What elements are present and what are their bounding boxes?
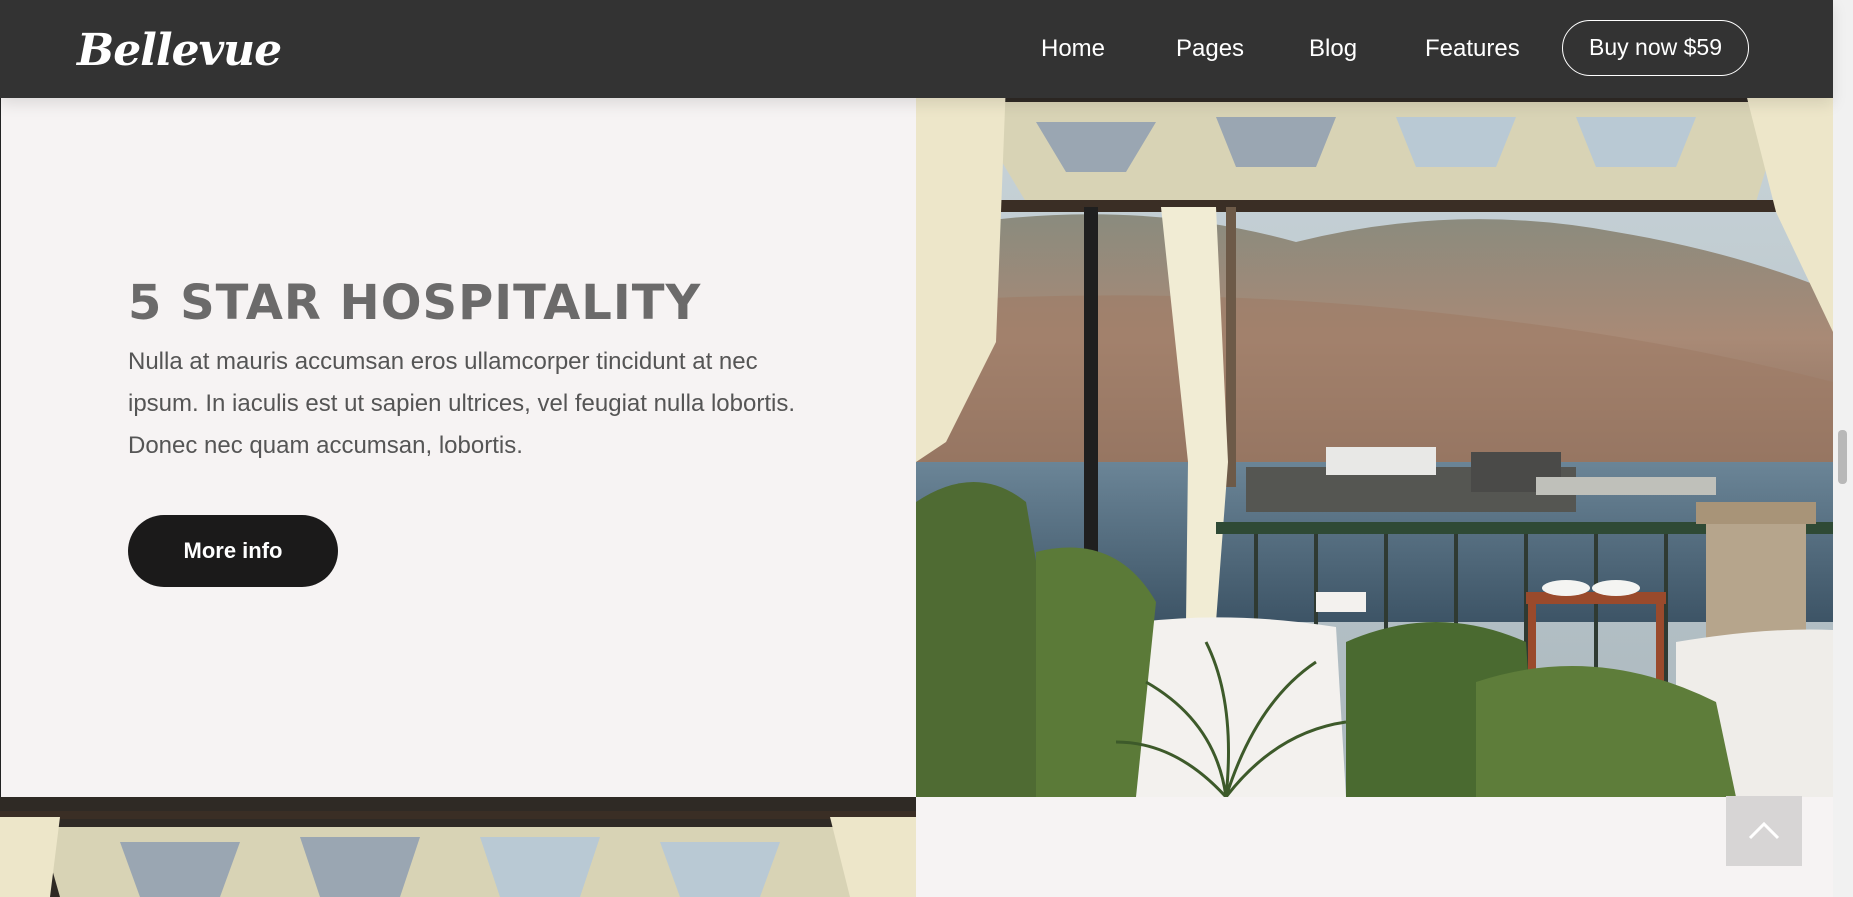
nav-home[interactable]: Home (1041, 32, 1105, 66)
page-scrollbar[interactable] (1833, 0, 1853, 897)
top-navigation-bar: Bellevue Home Pages Blog Features Buy no… (0, 0, 1833, 98)
hero-title: 5 STAR HOSPITALITY (128, 275, 702, 331)
scrollbar-thumb[interactable] (1838, 430, 1847, 484)
pergola-illustration (0, 797, 916, 897)
nav-blog[interactable]: Blog (1309, 32, 1357, 66)
section-text-panel-bottom (916, 797, 1833, 897)
hero-paragraph: Nulla at mauris accumsan eros ullamcorpe… (128, 348, 795, 459)
chevron-up-icon (1748, 821, 1780, 840)
logo[interactable]: Bellevue (77, 24, 282, 78)
buy-now-button[interactable]: Buy now $59 (1562, 20, 1749, 76)
section-photo-bottom (0, 797, 916, 897)
nav-pages[interactable]: Pages (1176, 32, 1244, 66)
scroll-to-top-button[interactable] (1726, 796, 1802, 866)
hero-photo (916, 82, 1833, 797)
spa-terrace-illustration (916, 82, 1833, 797)
nav-features[interactable]: Features (1425, 32, 1520, 66)
more-info-button[interactable]: More info (128, 515, 338, 587)
